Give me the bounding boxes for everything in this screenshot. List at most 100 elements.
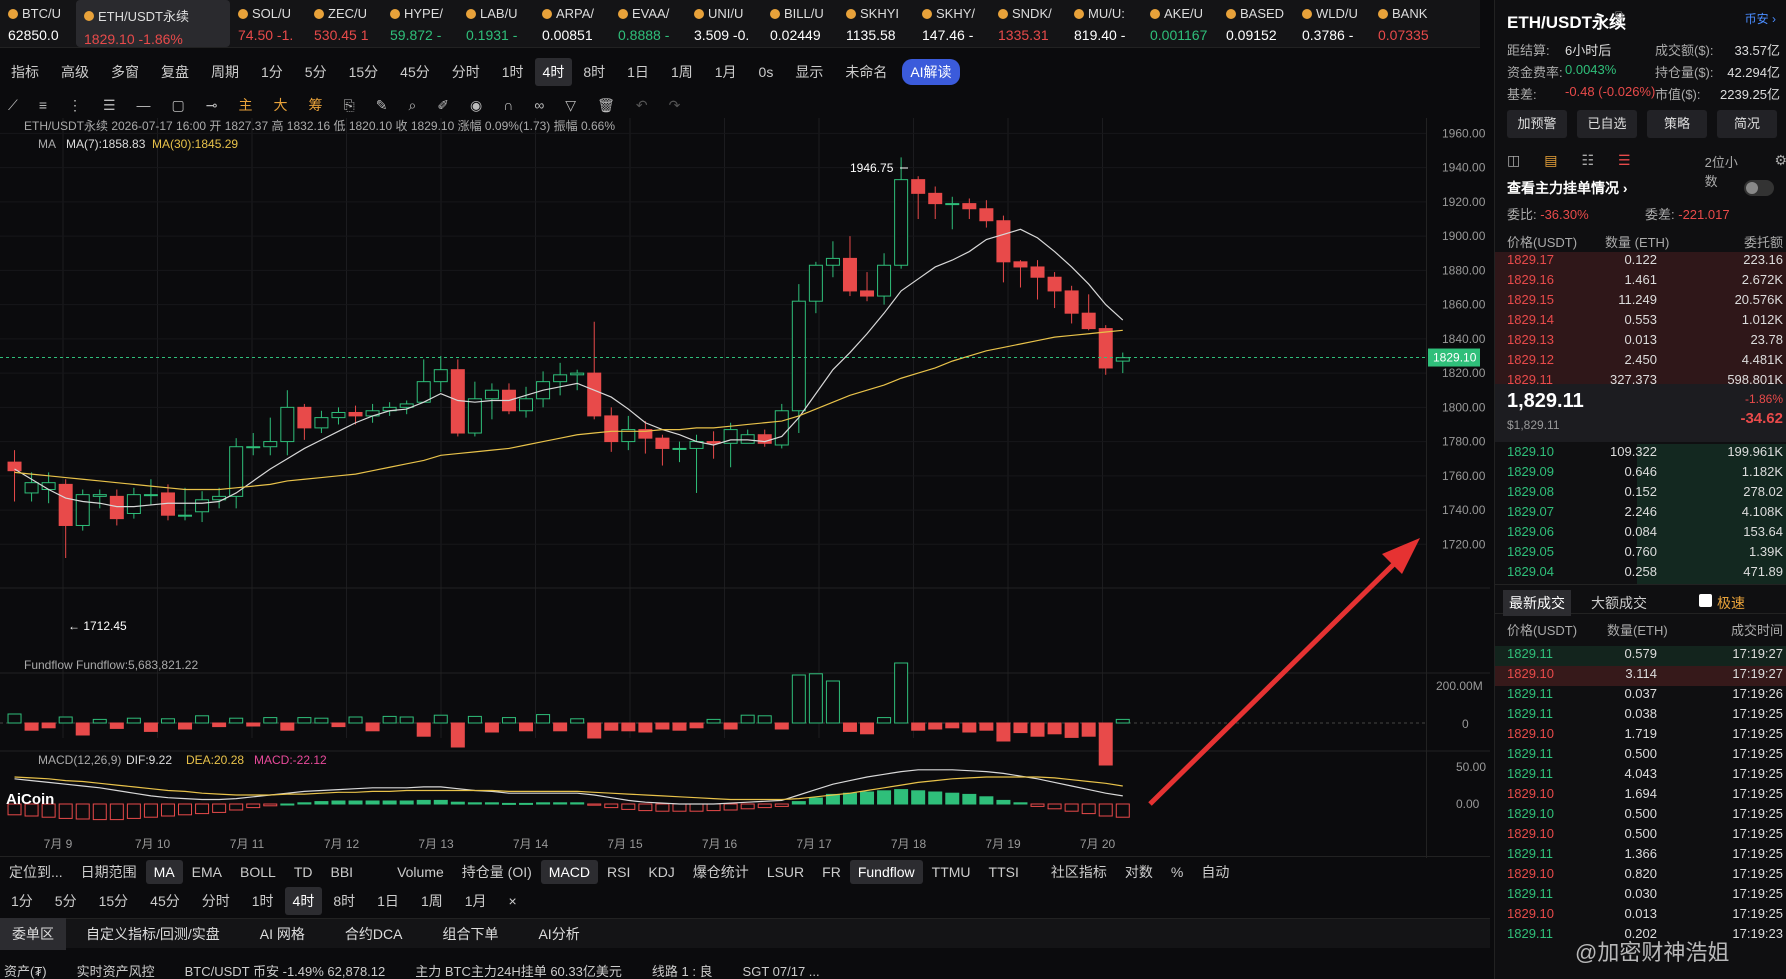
indicator-item[interactable]: RSI <box>598 864 639 880</box>
ticker-item[interactable]: SKHY/147.46 - <box>914 0 990 47</box>
indicator-item[interactable]: 定位到... <box>0 862 72 882</box>
panel-button[interactable]: 策略 <box>1647 110 1707 138</box>
undo-icon[interactable]: ↶ <box>636 97 648 114</box>
indicator-item[interactable]: MACD <box>540 859 599 884</box>
link-icon[interactable]: ∞ <box>534 97 544 113</box>
channel-tool-icon[interactable]: ⋮ <box>68 97 82 114</box>
bottom-tab[interactable]: 合约DCA <box>325 924 423 944</box>
toolbar-item[interactable]: 指标 <box>0 62 50 82</box>
interval-item[interactable]: 1周 <box>410 891 454 911</box>
book-row[interactable]: 1829.16 1.461 2.672K <box>1495 272 1786 292</box>
toolbar-item[interactable]: 8时 <box>572 62 616 82</box>
ma-label[interactable]: MA <box>38 137 56 151</box>
toolbar-item[interactable]: 5分 <box>294 62 338 82</box>
indicator-item[interactable]: EMA <box>183 864 231 880</box>
trade-tab[interactable]: 极速 <box>1717 593 1745 613</box>
zoom-icon[interactable]: ⌕ <box>408 97 416 114</box>
book-row[interactable]: 1829.07 2.246 4.108K <box>1495 504 1786 524</box>
interval-item[interactable]: 45分 <box>139 891 191 911</box>
toolbar-item[interactable]: 1日 <box>616 62 660 82</box>
toolbar-item[interactable]: 1时 <box>491 62 535 82</box>
indicator-item[interactable]: TTSI <box>980 864 1028 880</box>
toolbar-item[interactable]: 未命名 <box>834 62 898 82</box>
rect-tool-icon[interactable]: ▢ <box>172 97 185 114</box>
toolbar-item[interactable]: 周期 <box>200 62 250 82</box>
indicator-item[interactable]: 社区指标 <box>1042 862 1116 882</box>
toolbar-item[interactable]: 分时 <box>441 62 491 82</box>
book-col[interactable]: 数量 (ETH) <box>1605 232 1669 251</box>
bottom-tab[interactable]: 组合下单 <box>422 924 518 944</box>
indicator-item[interactable]: MA <box>145 859 183 884</box>
ticker-item[interactable]: BILL/U 0.02449 <box>762 0 838 47</box>
ticker-item[interactable]: LAB/U 0.1931 - <box>458 0 534 47</box>
ray-tool-icon[interactable]: — <box>137 97 151 113</box>
ruler-icon[interactable]: ✎ <box>376 97 388 114</box>
panel-button[interactable]: 加预警 <box>1507 110 1567 138</box>
toolbar-item[interactable]: 1月 <box>704 62 748 82</box>
main-indicator-toggle[interactable]: 主 <box>239 95 253 115</box>
book-row[interactable]: 1829.09 0.646 1.182K <box>1495 464 1786 484</box>
toolbar-item[interactable]: 0s <box>748 64 785 80</box>
interval-item[interactable]: 1时 <box>241 891 285 911</box>
filter-icon[interactable]: ▽ <box>565 97 576 114</box>
copy-icon[interactable]: ⎘ <box>344 97 355 114</box>
trash-icon[interactable]: 🗑 <box>597 97 615 114</box>
indicator-item[interactable]: Fundflow <box>849 859 923 884</box>
panel-button[interactable]: 已自选 <box>1577 110 1637 138</box>
ticker-item[interactable]: BASED 0.09152 <box>1218 0 1294 47</box>
bottom-tab[interactable]: 自定义指标/回测/实盘 <box>66 924 240 944</box>
depth-link[interactable]: 查看主力挂单情况 › <box>1507 178 1628 198</box>
interval-item[interactable]: 4时 <box>284 887 323 915</box>
indicator-item[interactable]: BBI <box>322 864 363 880</box>
exchange-selector[interactable]: 币安 › <box>1745 10 1776 27</box>
interval-item[interactable]: 1日 <box>366 891 410 911</box>
book-row[interactable]: 1829.15 11.249 20.576K <box>1495 292 1786 312</box>
indicator-item[interactable]: 爆仓统计 <box>684 862 758 882</box>
indicator-item[interactable]: KDJ <box>639 864 683 880</box>
toolbar-item[interactable]: 显示 <box>784 62 834 82</box>
ticker-item[interactable]: SKHYI 1135.58 <box>838 0 914 47</box>
interval-item[interactable]: 分时 <box>191 891 241 911</box>
indicator-item[interactable]: FR <box>813 864 850 880</box>
ticker-item[interactable]: WLD/U 0.3786 - <box>1294 0 1370 47</box>
trade-tab[interactable]: 大额成交 <box>1591 593 1647 613</box>
book-ask-icon[interactable]: ☰ <box>1618 152 1631 174</box>
book-list-icon[interactable]: ☷ <box>1581 152 1594 174</box>
book-col[interactable]: 委托额 <box>1744 232 1783 251</box>
book-row[interactable]: 1829.14 0.553 1.012K <box>1495 312 1786 332</box>
ticker-item[interactable]: SOL/U 74.50 -1. <box>230 0 306 47</box>
ticker-item[interactable]: EVAA/0.8888 - <box>610 0 686 47</box>
indicator-item[interactable]: LSUR <box>758 864 813 880</box>
toolbar-item[interactable]: 多窗 <box>100 62 150 82</box>
line-tool-icon[interactable]: ⟋ <box>8 97 18 114</box>
magnet-icon[interactable]: ∩ <box>503 97 513 113</box>
book-row[interactable]: 1829.17 0.122 223.16 <box>1495 252 1786 272</box>
ticker-item[interactable]: SNDK/1335.31 <box>990 0 1066 47</box>
toolbar-item[interactable]: 高级 <box>50 62 100 82</box>
trade-col[interactable]: 数量(ETH) <box>1607 620 1668 639</box>
indicator-item[interactable]: Volume <box>388 864 453 880</box>
book-row[interactable]: 1829.13 0.013 23.78 <box>1495 332 1786 352</box>
toolbar-item[interactable]: AI解读 <box>902 59 960 85</box>
book-row[interactable]: 1829.12 2.450 4.481K <box>1495 352 1786 372</box>
indicator-item[interactable]: BOLL <box>231 864 285 880</box>
fib-tool-icon[interactable]: ☰ <box>103 97 116 114</box>
macd-label[interactable]: MACD(12,26,9) <box>38 753 121 767</box>
toolbar-item[interactable]: 复盘 <box>150 62 200 82</box>
indicator-item[interactable]: 日期范围 <box>72 862 146 882</box>
interval-item[interactable]: 1分 <box>0 891 44 911</box>
bottom-tab[interactable]: AI分析 <box>518 924 599 944</box>
toolbar-item[interactable]: 1分 <box>250 62 294 82</box>
copy-symbol-icon[interactable]: ⧉ <box>1615 8 1624 23</box>
indicator-item[interactable]: % <box>1162 864 1192 880</box>
eye-icon[interactable]: ◉ <box>470 97 482 114</box>
bottom-tab[interactable]: 委单区 <box>0 917 66 950</box>
toolbar-item[interactable]: 45分 <box>389 62 441 82</box>
book-row[interactable]: 1829.06 0.084 153.64 <box>1495 524 1786 544</box>
big-order-toggle[interactable]: 大 <box>274 95 288 115</box>
trade-tab[interactable]: 最新成交 <box>1503 590 1571 616</box>
book-both-icon[interactable]: ◫ <box>1507 152 1520 174</box>
panel-button[interactable]: 简况 <box>1717 110 1777 138</box>
depth-toggle[interactable] <box>1744 180 1774 196</box>
book-row[interactable]: 1829.04 0.258 471.89 <box>1495 564 1786 584</box>
